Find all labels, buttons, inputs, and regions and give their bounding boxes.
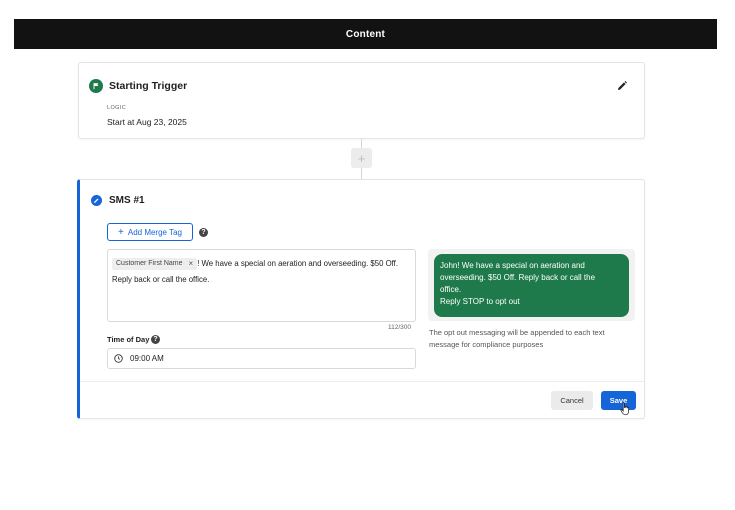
- logic-label: LOGIC: [107, 105, 127, 111]
- page-title: Content: [345, 28, 386, 40]
- time-value: 09:00 AM: [130, 354, 164, 363]
- time-of-day-field[interactable]: 09:00 AM: [107, 348, 416, 369]
- add-step-button[interactable]: +: [351, 148, 372, 168]
- pencil-icon[interactable]: [616, 79, 628, 91]
- hand-cursor-icon: [620, 402, 629, 416]
- merge-tag-chip-label: Customer First Name: [116, 259, 183, 267]
- help-icon[interactable]: ?: [199, 228, 208, 237]
- logic-value: Start at Aug 23, 2025: [107, 117, 187, 127]
- sms-preview: John! We have a special on aeration and …: [428, 249, 635, 321]
- connector-line-top: [361, 139, 362, 148]
- chip-remove-icon[interactable]: ×: [189, 258, 194, 270]
- add-merge-tag-button[interactable]: + Add Merge Tag: [107, 223, 193, 241]
- message-bubble: John! We have a special on aeration and …: [434, 254, 629, 317]
- preview-line: overseeding. $50 Off. Reply back or call…: [440, 273, 596, 282]
- merge-tag-chip: Customer First Name ×: [112, 257, 198, 270]
- sms-title: SMS #1: [109, 195, 145, 206]
- preview-line: John! We have a special on aeration and: [440, 261, 585, 270]
- trigger-title-row: Starting Trigger: [89, 79, 187, 93]
- connector-line-bottom: [361, 168, 362, 179]
- starting-trigger-card: Starting Trigger LOGIC Start at Aug 23, …: [78, 62, 645, 139]
- character-counter: 112/300: [388, 324, 412, 331]
- trigger-title: Starting Trigger: [109, 80, 188, 92]
- optout-note: The opt out messaging will be appended t…: [429, 328, 605, 349]
- cancel-button[interactable]: Cancel: [551, 391, 593, 410]
- edit-pencil-icon: [91, 195, 102, 206]
- clock-icon: [114, 354, 123, 363]
- footer-divider: [80, 381, 645, 382]
- time-of-day-label: Time of Day: [107, 335, 150, 344]
- add-merge-tag-label: Add Merge Tag: [127, 227, 182, 237]
- plus-icon: +: [118, 226, 124, 238]
- preview-line: office.: [440, 285, 462, 294]
- sms-step-card: SMS #1 + Add Merge Tag ? Customer First …: [77, 179, 645, 419]
- preview-line: Reply STOP to opt out: [440, 297, 520, 306]
- flag-icon: [89, 79, 103, 93]
- help-icon[interactable]: ?: [151, 335, 160, 344]
- message-textarea[interactable]: Customer First Name × ! We have a specia…: [107, 249, 416, 322]
- top-header-bar: Content: [14, 19, 717, 49]
- sms-title-row: SMS #1: [91, 195, 145, 206]
